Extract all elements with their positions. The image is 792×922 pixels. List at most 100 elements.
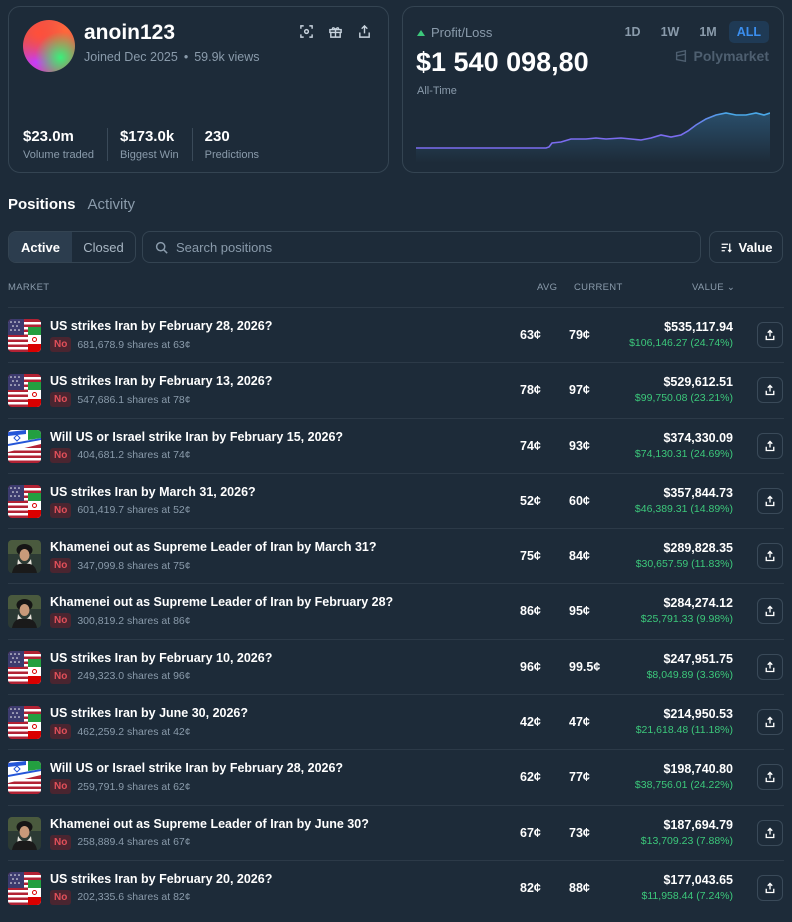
tab-positions[interactable]: Positions xyxy=(8,196,76,213)
shares-text: 601,419.7 shares at 52¢ xyxy=(77,504,191,517)
status-filter: Active Closed xyxy=(8,231,136,263)
share-button[interactable] xyxy=(757,598,783,625)
table-row[interactable]: US strikes Iran by February 28, 2026? No… xyxy=(8,307,784,362)
range-tab-all[interactable]: ALL xyxy=(728,21,769,43)
range-tab-1w[interactable]: 1W xyxy=(653,21,688,43)
position-meta: No 300,819.2 shares at 86¢ xyxy=(50,613,191,629)
market-title[interactable]: US strikes Iran by February 10, 2026? xyxy=(50,651,272,665)
filter-active-button[interactable]: Active xyxy=(9,232,72,262)
table-row[interactable]: US strikes Iran by February 10, 2026? No… xyxy=(8,638,784,694)
share-button[interactable] xyxy=(757,543,783,570)
table-row[interactable]: Khamenei out as Supreme Leader of Iran b… xyxy=(8,583,784,638)
share-icon[interactable] xyxy=(357,24,372,39)
pnl-label-text: Profit/Loss xyxy=(431,25,493,40)
market-title[interactable]: Khamenei out as Supreme Leader of Iran b… xyxy=(50,817,369,831)
current-price: 84¢ xyxy=(569,549,590,564)
position-gain: $38,756.01 (24.22%) xyxy=(634,779,733,792)
avatar[interactable] xyxy=(23,20,75,72)
table-row[interactable]: US strikes Iran by March 31, 2026? No 60… xyxy=(8,472,784,528)
market-title[interactable]: Khamenei out as Supreme Leader of Iran b… xyxy=(50,595,393,609)
table-row[interactable]: US strikes Iran by February 20, 2026? No… xyxy=(8,859,784,915)
range-tab-1m[interactable]: 1M xyxy=(691,21,724,43)
avg-price: 86¢ xyxy=(520,604,541,619)
position-value: $357,844.73 xyxy=(663,485,733,500)
table-row[interactable]: US strikes Iran by June 30, 2026? No 462… xyxy=(8,694,784,749)
share-button[interactable] xyxy=(757,377,783,404)
range-tab-1d[interactable]: 1D xyxy=(617,21,649,43)
us-iran-flags-icon xyxy=(8,484,41,518)
share-button[interactable] xyxy=(757,819,783,846)
stat-value: 230 xyxy=(204,128,230,145)
share-button[interactable] xyxy=(757,764,783,791)
header-avg[interactable]: AVG xyxy=(537,282,557,293)
scan-icon[interactable] xyxy=(299,24,314,39)
current-price: 79¢ xyxy=(569,328,590,342)
position-value: $177,043.65 xyxy=(663,872,733,887)
range-tabs: 1D 1W 1M ALL xyxy=(617,21,769,43)
market-title[interactable]: Khamenei out as Supreme Leader of Iran b… xyxy=(50,540,376,554)
gift-icon[interactable] xyxy=(328,24,343,39)
market-title[interactable]: US strikes Iran by February 28, 2026? xyxy=(50,319,272,333)
market-title[interactable]: US strikes Iran by February 13, 2026? xyxy=(50,374,272,388)
position-meta: No 249,323.0 shares at 96¢ xyxy=(50,668,191,684)
outcome-badge: No xyxy=(50,613,72,629)
table-row[interactable]: Khamenei out as Supreme Leader of Iran b… xyxy=(8,804,784,860)
position-gain: $21,618.48 (11.18%) xyxy=(635,724,733,737)
market-title[interactable]: Will US or Israel strike Iran by Februar… xyxy=(50,761,343,775)
profile-card: anoin123 Joined Dec 2025 • 59.9k views $23… xyxy=(8,6,389,173)
market-title[interactable]: US strikes Iran by February 20, 2026? xyxy=(50,872,272,886)
market-title[interactable]: Will US or Israel strike Iran by Februar… xyxy=(50,430,343,444)
market-title[interactable]: US strikes Iran by June 30, 2026? xyxy=(50,706,248,720)
position-meta: No 258,889.4 shares at 67¢ xyxy=(50,834,191,850)
shares-text: 300,819.2 shares at 86¢ xyxy=(77,614,191,627)
avg-price: 74¢ xyxy=(520,438,541,453)
position-value: $535,117.94 xyxy=(664,320,733,334)
israel-us-iran-flags-icon xyxy=(8,761,41,795)
position-meta: No 404,681.2 shares at 74¢ xyxy=(50,447,191,463)
share-icon xyxy=(765,716,775,728)
sort-button[interactable]: Value xyxy=(709,231,783,263)
brand-name: Polymarket xyxy=(693,48,769,64)
filter-closed-button[interactable]: Closed xyxy=(72,232,135,262)
position-gain: $11,958.44 (7.24%) xyxy=(641,889,733,902)
share-button[interactable] xyxy=(757,709,783,736)
search-icon xyxy=(155,241,168,254)
share-button[interactable] xyxy=(757,487,783,514)
tab-activity[interactable]: Activity xyxy=(88,196,136,213)
share-icon xyxy=(765,771,775,783)
triangle-up-icon xyxy=(417,29,425,36)
position-value: $198,740.80 xyxy=(663,762,733,777)
position-value: $187,694.79 xyxy=(663,817,733,832)
share-button[interactable] xyxy=(757,874,783,901)
share-button[interactable] xyxy=(757,653,783,680)
position-value: $284,274.12 xyxy=(663,596,733,611)
share-icon xyxy=(765,550,775,562)
table-row[interactable]: Will US or Israel strike Iran by Februar… xyxy=(8,749,784,804)
table-row[interactable]: Khamenei out as Supreme Leader of Iran b… xyxy=(8,528,784,583)
avg-price: 75¢ xyxy=(520,549,541,564)
outcome-badge: No xyxy=(50,724,72,740)
share-icon xyxy=(765,606,775,617)
stat-value: $23.0m xyxy=(23,128,74,145)
separator-dot: • xyxy=(183,50,189,64)
position-value: $374,330.09 xyxy=(663,430,733,445)
share-icon xyxy=(765,882,775,894)
share-button[interactable] xyxy=(757,432,783,459)
leader-portrait-icon xyxy=(8,595,41,629)
share-button[interactable] xyxy=(757,322,783,348)
stat-value: $173.0k xyxy=(119,128,175,145)
search-input[interactable] xyxy=(176,239,676,255)
position-value: $289,828.35 xyxy=(663,541,733,556)
market-title[interactable]: US strikes Iran by March 31, 2026? xyxy=(50,485,256,499)
header-current[interactable]: CURRENT xyxy=(574,282,623,293)
position-value: $214,950.53 xyxy=(663,707,733,722)
position-gain: $25,791.33 (9.98%) xyxy=(640,613,733,626)
us-iran-flags-icon xyxy=(8,650,41,684)
section-tabs: Positions Activity xyxy=(8,196,135,213)
pnl-chart xyxy=(416,112,770,163)
profile-meta: Joined Dec 2025 • 59.9k views xyxy=(84,50,260,64)
table-row[interactable]: US strikes Iran by February 13, 2026? No… xyxy=(8,362,784,417)
table-row[interactable]: Will US or Israel strike Iran by Februar… xyxy=(8,417,784,473)
header-value[interactable]: VALUE ⌄ xyxy=(692,282,735,293)
position-value: $529,612.51 xyxy=(663,375,733,390)
